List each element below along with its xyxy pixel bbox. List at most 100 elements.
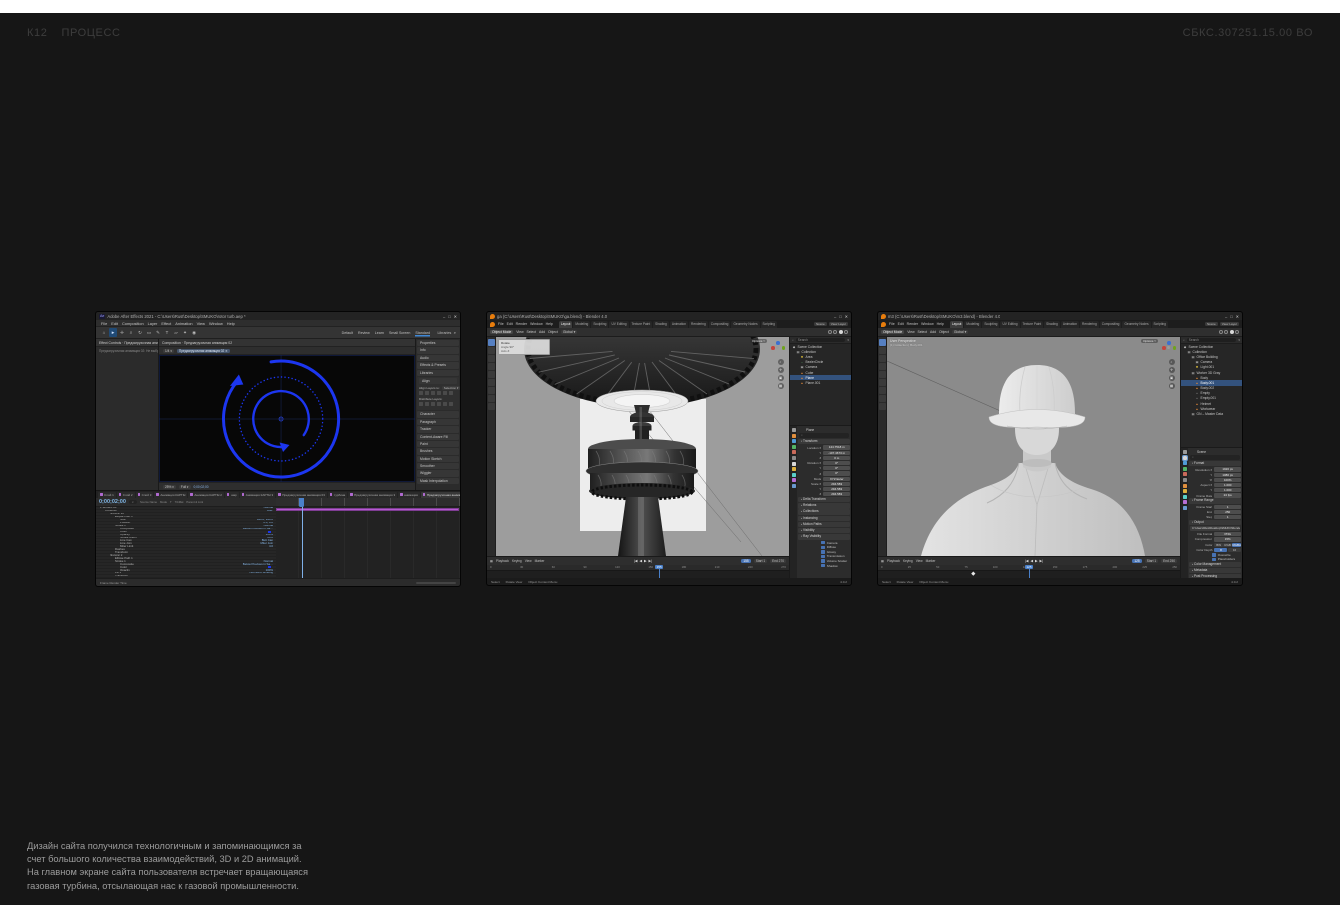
workspace-tab[interactable]: Modeling <box>573 321 590 328</box>
workspace-tab[interactable]: Geometry Nodes <box>731 321 759 328</box>
menu-item[interactable]: View <box>197 321 205 326</box>
filter-icon[interactable]: ▾ <box>1238 338 1240 342</box>
tool-icon[interactable]: T <box>163 328 171 337</box>
editor-type-icon[interactable]: ▦ <box>490 559 493 563</box>
property-row[interactable]: Y294.583 <box>798 487 850 492</box>
zoom-level-dropdown[interactable]: 25% ▾ <box>163 485 176 489</box>
tool-icon[interactable]: ▱ <box>172 328 180 337</box>
menu-item[interactable]: Help <box>227 321 235 326</box>
outliner-search-field[interactable]: Search <box>796 338 846 342</box>
viewport-nav-buttons[interactable]: ⌕✛▣▦ <box>1169 359 1175 389</box>
viewport-toolbar[interactable] <box>487 337 496 556</box>
color-swatch[interactable] <box>268 566 271 568</box>
panel-header[interactable]: Character <box>417 411 459 417</box>
minimize-button[interactable]: – <box>443 314 445 319</box>
viewport-shading-buttons[interactable] <box>828 330 849 334</box>
viewport-nav-buttons[interactable]: ⌕✛▣▦ <box>778 359 784 389</box>
frame-end-field[interactable]: End 250 <box>1161 559 1177 563</box>
frame-end-field[interactable]: End 270 <box>770 559 786 563</box>
tool-icon[interactable]: ✎ <box>154 328 162 337</box>
color-mode-option[interactable]: BW <box>1214 543 1223 547</box>
composition-tab[interactable]: Анимация КАРТЫ 3 <box>240 492 276 498</box>
properties-tab-strip[interactable] <box>1181 448 1188 578</box>
panel-header[interactable]: Effects & Presets <box>417 362 459 368</box>
composition-tab[interactable]: Предзагрузочная анимация 03 <box>276 492 327 498</box>
panel-header[interactable]: Info <box>417 347 459 353</box>
panel-header[interactable]: Motion Sketch <box>417 456 459 462</box>
format-section-header[interactable]: Format <box>1189 461 1241 466</box>
viewport-menu-item[interactable]: View <box>907 330 914 334</box>
scene-selector[interactable]: Scene <box>1205 322 1218 326</box>
composition-tab[interactable]: Анимация КАРТЫ 2 <box>188 492 224 498</box>
blender-menu-icon[interactable] <box>881 322 886 327</box>
workspace-tab[interactable]: Layout <box>950 321 964 328</box>
workspace-tab[interactable]: Texture Paint <box>1021 321 1044 328</box>
composition-tab[interactable]: Анимация КАРТЫ <box>154 492 187 498</box>
transform-section-header[interactable]: Transform <box>798 439 850 444</box>
ray-visibility-section-header[interactable]: Ray Visibility <box>798 534 850 539</box>
outliner-item[interactable]: GN – Master Data <box>1181 411 1242 416</box>
tool-icon[interactable]: ⌂ <box>100 328 108 337</box>
close-button[interactable]: ✕ <box>1236 314 1239 319</box>
panel-header[interactable]: Smoother <box>417 463 459 469</box>
view-layer-selector[interactable]: View Layer <box>1220 322 1239 326</box>
menu-item[interactable]: Help <box>937 322 944 326</box>
property-row[interactable]: Y-107.4673 m <box>798 450 850 455</box>
search-icon[interactable]: ⌕ <box>454 330 456 335</box>
workspace-tab[interactable]: Shading <box>1044 321 1060 328</box>
composition-tab[interactable]: Слой 2 <box>117 492 135 498</box>
color-depth-option[interactable]: 8 <box>1214 548 1227 552</box>
search-icon[interactable]: ⌕ <box>1183 338 1185 342</box>
menu-item[interactable]: Edit <box>898 322 904 326</box>
minimize-button[interactable]: – <box>834 314 836 319</box>
composition-pill[interactable]: Предзагрузочная анимация 02 ✕ <box>177 349 230 353</box>
workspace-tab[interactable]: Learn <box>375 331 384 335</box>
tool-icon[interactable]: ↻ <box>136 328 144 337</box>
navigation-gizmo[interactable] <box>771 341 785 355</box>
maximize-button[interactable]: □ <box>448 314 450 319</box>
tool-icon[interactable]: ✛ <box>118 328 126 337</box>
properties-search-field[interactable]: ⌕ <box>1190 455 1240 460</box>
menu-item[interactable]: Edit <box>111 321 118 326</box>
section-header[interactable]: Instancing <box>798 516 850 521</box>
checkbox[interactable] <box>821 559 824 562</box>
composition-tab[interactable]: Composition · Предзагрузочная анимация 0… <box>159 339 415 347</box>
panel-header[interactable]: Brushes <box>417 448 459 454</box>
filter-icon[interactable]: ▾ <box>847 338 849 342</box>
workspace-tab[interactable]: Rendering <box>1080 321 1099 328</box>
composition-tab[interactable]: Слой 1 <box>98 492 116 498</box>
timeline-playhead[interactable]: 155 <box>659 565 660 578</box>
scene-selector[interactable]: Scene <box>814 322 827 326</box>
property-row[interactable]: Frame Start1 <box>1189 505 1241 510</box>
property-row[interactable]: End250 <box>1189 510 1241 515</box>
quality-dropdown[interactable]: 1/4 ▾ <box>163 349 174 353</box>
workspace-tab[interactable]: Standard <box>415 331 430 335</box>
workspace-tab[interactable]: Scripting <box>761 321 777 328</box>
workspace-tab[interactable]: Compositing <box>709 321 731 328</box>
playhead-marker[interactable] <box>299 498 304 507</box>
menu-item[interactable]: File <box>889 322 895 326</box>
align-buttons[interactable] <box>419 391 457 395</box>
timeline-zoom-slider[interactable] <box>416 582 456 584</box>
property-row[interactable]: Z0° <box>798 471 850 476</box>
menu-item[interactable]: File <box>498 322 504 326</box>
current-frame-field[interactable]: 155 <box>741 559 750 563</box>
libraries-tab[interactable]: Libraries <box>437 331 451 335</box>
property-row[interactable]: ModeXYZ Euler <box>798 476 850 481</box>
property-row[interactable]: Location X144.7518 m <box>798 445 850 450</box>
panel-header[interactable]: Mask Interpolation <box>417 478 459 484</box>
section-header[interactable]: Delta Transform <box>798 497 850 502</box>
outliner-item[interactable]: Plane.001 <box>790 380 851 385</box>
panel-header[interactable]: Content-Aware Fill <box>417 434 459 440</box>
property-row[interactable]: Frame Rate24 fps <box>1189 493 1241 498</box>
workspace-tab[interactable]: Sculpting <box>982 321 999 328</box>
menu-item[interactable]: Render <box>907 322 918 326</box>
viewport-menu-item[interactable]: Object <box>939 330 949 334</box>
close-button[interactable]: ✕ <box>454 314 457 319</box>
menu-item[interactable]: Render <box>516 322 527 326</box>
navigation-gizmo[interactable] <box>1162 341 1176 355</box>
checkbox[interactable] <box>1212 553 1215 556</box>
composition-canvas[interactable] <box>159 355 415 482</box>
panel-header[interactable]: Libraries <box>417 370 459 376</box>
menu-item[interactable]: Animation <box>175 321 192 326</box>
